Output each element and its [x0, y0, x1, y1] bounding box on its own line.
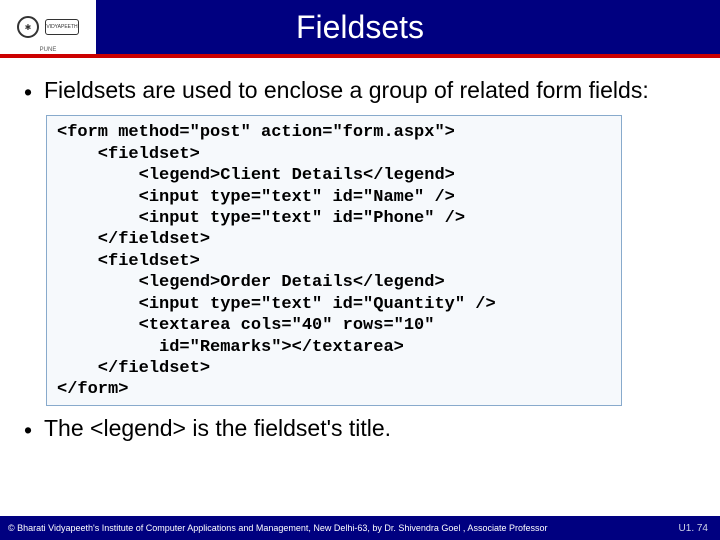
- bullet-text: Fieldsets are used to enclose a group of…: [44, 76, 649, 105]
- seal-icon: ✱: [17, 16, 39, 38]
- bullet-item: • The <legend> is the fieldset's title.: [24, 414, 696, 445]
- slide-header: ✱ VIDYAPEETH PUNE Fieldsets: [0, 0, 720, 58]
- logo-subtext: PUNE: [40, 47, 57, 53]
- copyright-text: © Bharati Vidyapeeth's Institute of Comp…: [8, 523, 679, 533]
- code-example-box: <form method="post" action="form.aspx"> …: [46, 115, 622, 405]
- slide-footer: © Bharati Vidyapeeth's Institute of Comp…: [0, 516, 720, 540]
- institution-logo: ✱ VIDYAPEETH PUNE: [0, 0, 96, 54]
- slide-content: • Fieldsets are used to enclose a group …: [0, 58, 720, 445]
- bullet-dot-icon: •: [24, 414, 44, 445]
- bullet-text: The <legend> is the fieldset's title.: [44, 414, 391, 443]
- code-snippet: <form method="post" action="form.aspx"> …: [57, 122, 611, 400]
- page-number: U1. 74: [679, 523, 712, 534]
- logo-banner: VIDYAPEETH: [45, 19, 79, 35]
- bullet-item: • Fieldsets are used to enclose a group …: [24, 76, 696, 107]
- bullet-dot-icon: •: [24, 76, 44, 107]
- slide-title: Fieldsets: [96, 9, 720, 46]
